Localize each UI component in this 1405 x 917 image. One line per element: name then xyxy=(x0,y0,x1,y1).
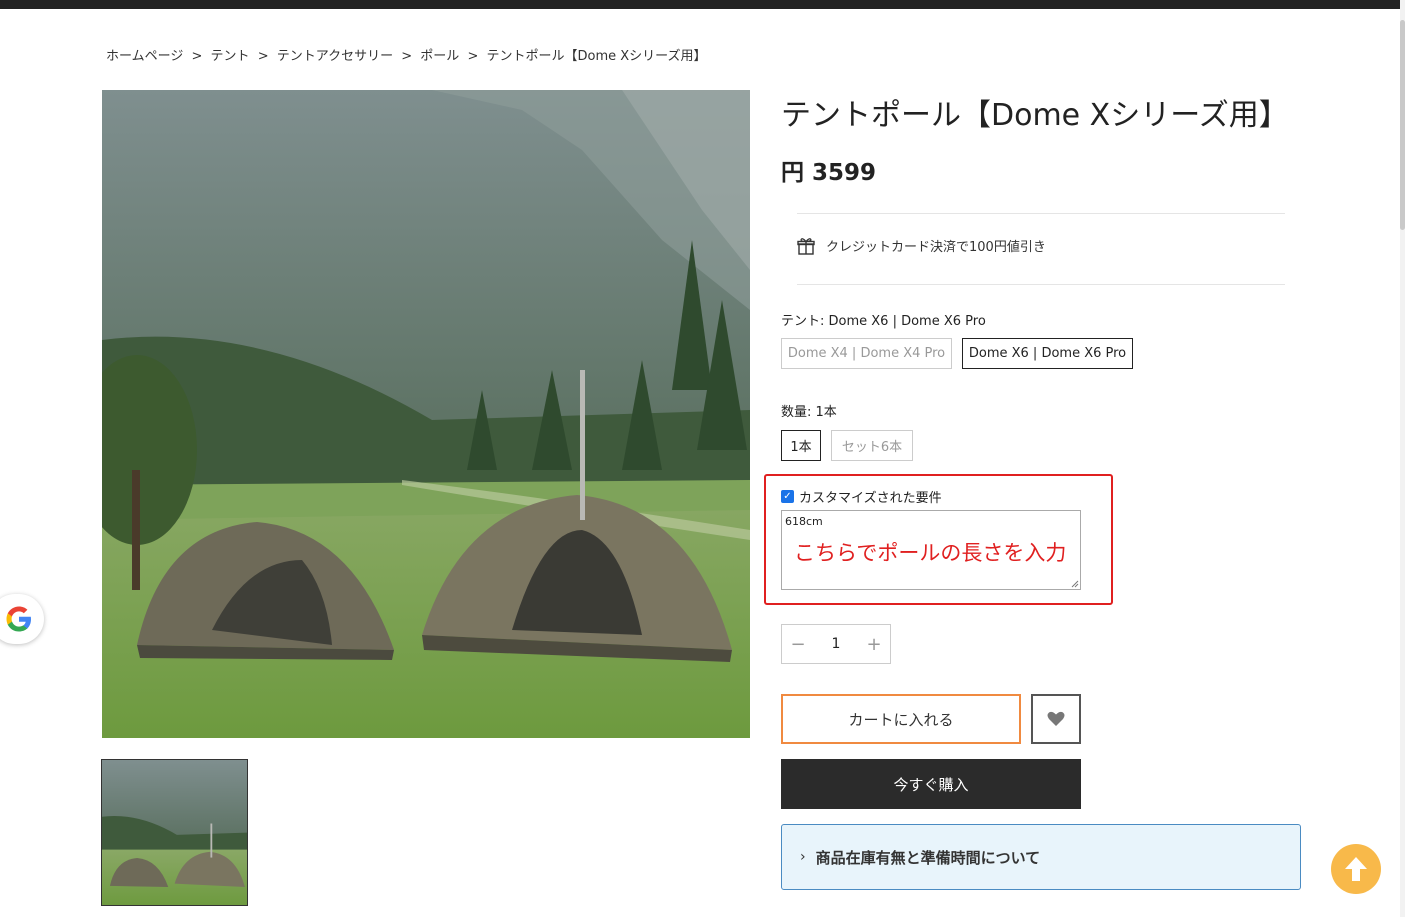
add-to-cart-button[interactable]: カートに入れる xyxy=(781,694,1021,744)
breadcrumb-tent-accessory[interactable]: テントアクセサリー xyxy=(277,49,393,64)
breadcrumb-current: テントポール【Dome Xシリーズ用】 xyxy=(486,49,707,64)
google-translate-badge[interactable] xyxy=(0,594,44,644)
checkmark-icon[interactable]: ✓ xyxy=(781,490,794,503)
arrow-up-icon xyxy=(1345,857,1367,881)
divider xyxy=(797,284,1285,285)
divider xyxy=(797,213,1285,214)
annotation-text: こちらでポールの長さを入力 xyxy=(794,541,1067,565)
back-to-top-button[interactable] xyxy=(1331,844,1381,894)
decrement-button[interactable]: − xyxy=(782,634,814,655)
quantity-option-1[interactable]: 1本 xyxy=(781,430,821,461)
heart-icon xyxy=(1047,711,1065,726)
customization-label: カスタマイズされた要件 xyxy=(799,491,942,506)
breadcrumb-tent[interactable]: テント xyxy=(211,49,250,64)
product-price: 円 3599 xyxy=(781,160,877,186)
google-icon xyxy=(6,606,32,632)
resize-handle-icon[interactable] xyxy=(1071,580,1079,588)
customization-checkbox[interactable]: ✓ カスタマイズされた要件 xyxy=(781,487,942,506)
breadcrumb-separator: > xyxy=(467,49,479,64)
wishlist-button[interactable] xyxy=(1031,694,1081,744)
breadcrumb: ホームページ > テント > テントアクセサリー > ポール > テントポール【… xyxy=(106,45,711,64)
gift-icon xyxy=(797,237,815,255)
breadcrumb-pole[interactable]: ポール xyxy=(420,49,459,64)
scrollbar-thumb[interactable] xyxy=(1400,20,1405,230)
page-scrollbar[interactable] xyxy=(1400,0,1405,917)
tent-option-dome-x4[interactable]: Dome X4 | Dome X4 Pro xyxy=(781,338,952,369)
customization-value: 618cm xyxy=(785,515,823,528)
increment-button[interactable]: + xyxy=(858,634,890,655)
tent-option-dome-x6[interactable]: Dome X6 | Dome X6 Pro xyxy=(962,338,1133,369)
stock-info-title: 商品在庫有無と準備時間について xyxy=(815,848,1041,867)
product-thumbnail[interactable] xyxy=(101,759,248,906)
breadcrumb-separator: > xyxy=(257,49,269,64)
quantity-option-label: 数量: 1本 xyxy=(781,405,837,420)
top-bar xyxy=(0,0,1400,9)
stock-info-accordion[interactable]: › 商品在庫有無と準備時間について xyxy=(781,824,1301,890)
buy-now-button[interactable]: 今すぐ購入 xyxy=(781,759,1081,809)
promo-banner: クレジットカード決済で100円値引き xyxy=(797,236,1046,255)
quantity-option-set6[interactable]: セット6本 xyxy=(831,430,913,461)
product-title: テントポール【Dome Xシリーズ用】 xyxy=(781,98,1289,133)
quantity-stepper: − 1 + xyxy=(781,624,891,664)
quantity-value[interactable]: 1 xyxy=(814,636,858,652)
chevron-right-icon: › xyxy=(800,849,806,865)
product-main-image[interactable] xyxy=(102,90,750,738)
breadcrumb-separator: > xyxy=(401,49,413,64)
breadcrumb-home[interactable]: ホームページ xyxy=(106,49,183,64)
promo-text: クレジットカード決済で100円値引き xyxy=(826,240,1046,255)
breadcrumb-separator: > xyxy=(191,49,203,64)
tent-option-label: テント: Dome X6 | Dome X6 Pro xyxy=(781,314,986,329)
